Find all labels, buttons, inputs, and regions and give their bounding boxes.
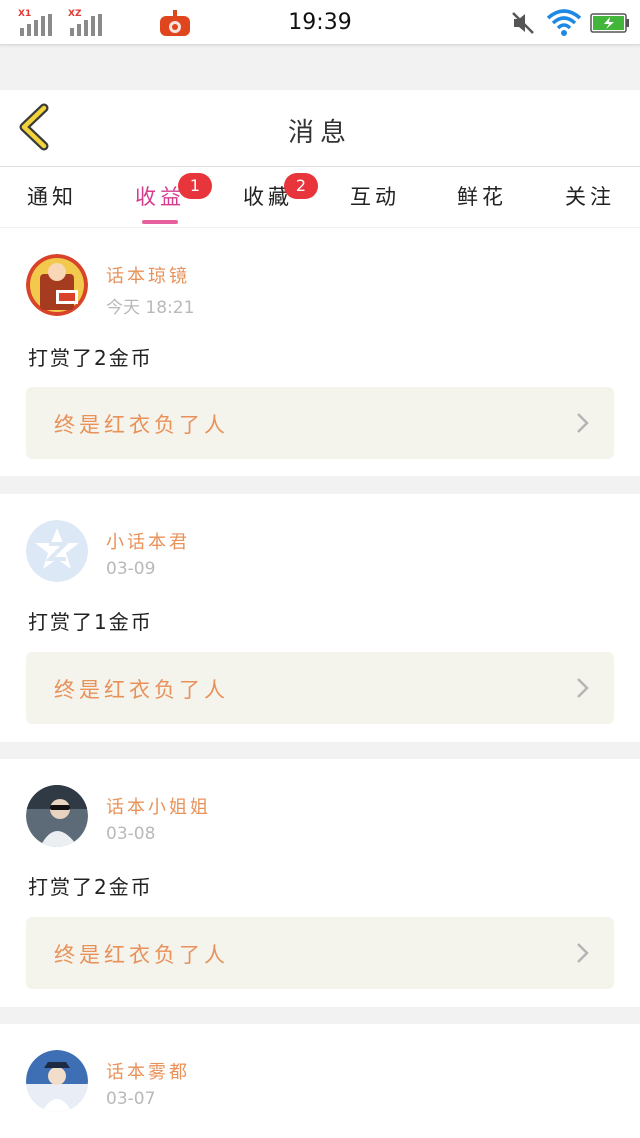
tab-label: 通知 bbox=[27, 185, 77, 209]
work-title: 终是红衣负了人 bbox=[54, 413, 229, 437]
message-time: 今天 18:21 bbox=[106, 298, 195, 318]
tab-flowers[interactable]: 鲜花 bbox=[442, 181, 522, 211]
status-bar: X1 XZ 19:39 bbox=[0, 0, 640, 45]
message-card: 小话本君 03-09 打赏了1金币 终是红衣负了人 bbox=[0, 494, 640, 742]
tab-label: 鲜花 bbox=[457, 185, 507, 209]
active-tab-indicator bbox=[142, 220, 178, 224]
work-link[interactable]: 终是红衣负了人 bbox=[26, 387, 614, 459]
page-header: 消息 bbox=[0, 90, 640, 167]
tab-label: 关注 bbox=[565, 185, 615, 209]
message-text: 打赏了2金币 bbox=[28, 346, 153, 370]
chevron-right-icon bbox=[577, 678, 589, 698]
username[interactable]: 话本琼镜 bbox=[106, 262, 190, 288]
tab-follow[interactable]: 关注 bbox=[550, 181, 630, 211]
tab-bar: 通知 收益 1 收藏 2 互动 鲜花 关注 bbox=[0, 167, 640, 227]
tab-notification[interactable]: 通知 bbox=[12, 181, 92, 211]
work-title: 终是红衣负了人 bbox=[54, 943, 229, 967]
work-link[interactable]: 终是红衣负了人 bbox=[26, 652, 614, 724]
avatar[interactable] bbox=[26, 254, 88, 316]
status-time: 19:39 bbox=[288, 10, 352, 35]
avatar[interactable] bbox=[26, 785, 88, 847]
tab-label: 互动 bbox=[350, 185, 400, 209]
message-card: 话本雾都 03-07 bbox=[0, 1024, 640, 1138]
unread-badge: 2 bbox=[284, 173, 318, 199]
wifi-icon bbox=[546, 9, 582, 36]
avatar[interactable] bbox=[26, 520, 88, 582]
username[interactable]: 话本小姐姐 bbox=[106, 793, 211, 819]
message-card: 话本小姐姐 03-08 打赏了2金币 终是红衣负了人 bbox=[0, 759, 640, 1007]
username[interactable]: 话本雾都 bbox=[106, 1058, 190, 1084]
tab-interaction[interactable]: 互动 bbox=[335, 181, 415, 211]
message-time: 03-07 bbox=[106, 1089, 156, 1109]
page-title: 消息 bbox=[287, 118, 352, 148]
chevron-right-icon bbox=[577, 413, 589, 433]
avatar[interactable] bbox=[26, 1050, 88, 1112]
tab-earnings[interactable]: 收益 1 bbox=[120, 173, 212, 211]
message-time: 03-08 bbox=[106, 824, 156, 844]
work-title: 终是红衣负了人 bbox=[54, 678, 229, 702]
message-card: 话本琼镜 今天 18:21 打赏了2金币 终是红衣负了人 bbox=[0, 228, 640, 476]
message-text: 打赏了1金币 bbox=[28, 610, 153, 634]
message-time: 03-09 bbox=[106, 559, 156, 579]
unread-badge: 1 bbox=[178, 173, 212, 199]
message-text: 打赏了2金币 bbox=[28, 875, 153, 899]
mute-icon bbox=[512, 12, 534, 34]
work-link[interactable]: 终是红衣负了人 bbox=[26, 917, 614, 989]
username[interactable]: 小话本君 bbox=[106, 528, 190, 554]
battery-charging-icon bbox=[590, 13, 629, 33]
tab-favorites[interactable]: 收藏 2 bbox=[228, 173, 318, 211]
chevron-right-icon bbox=[577, 943, 589, 963]
